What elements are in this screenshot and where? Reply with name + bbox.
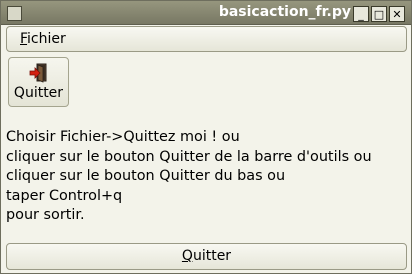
app-window: basicaction_fr.py _ □ ✕ Fichier Quitter … — [0, 0, 412, 274]
menu-fichier-label: ichier — [27, 31, 66, 47]
toolbar-quit-button[interactable]: Quitter — [8, 57, 69, 107]
quit-button[interactable]: Quitter — [6, 243, 407, 270]
quit-button-mnemonic: Q — [181, 248, 193, 264]
minimize-button[interactable]: _ — [353, 6, 369, 22]
menu-fichier-mnemonic: F — [20, 31, 28, 47]
instruction-line: pour sortir. — [6, 207, 85, 223]
menu-fichier[interactable]: Fichier — [20, 31, 66, 47]
instructions-text: Choisir Fichier->Quittez moi ! ou clique… — [6, 128, 408, 226]
menu-bar: Fichier — [6, 26, 407, 52]
window-title: basicaction_fr.py — [218, 4, 351, 20]
exit-door-icon — [29, 63, 47, 83]
window-menu-icon[interactable] — [7, 6, 22, 21]
maximize-button[interactable]: □ — [371, 6, 387, 22]
instruction-line: taper Control+q — [6, 187, 123, 204]
title-bar[interactable]: basicaction_fr.py _ □ ✕ — [1, 1, 411, 25]
quit-button-label: uitter — [192, 248, 232, 264]
instruction-line: Choisir Fichier->Quittez moi ! ou — [6, 129, 240, 145]
instruction-line: cliquer sur le bouton Quitter de la barr… — [6, 148, 372, 165]
toolbar-quit-label: Quitter — [13, 85, 64, 101]
instruction-line: cliquer sur le bouton Quitter du bas ou — [6, 168, 286, 184]
close-button[interactable]: ✕ — [389, 6, 405, 22]
